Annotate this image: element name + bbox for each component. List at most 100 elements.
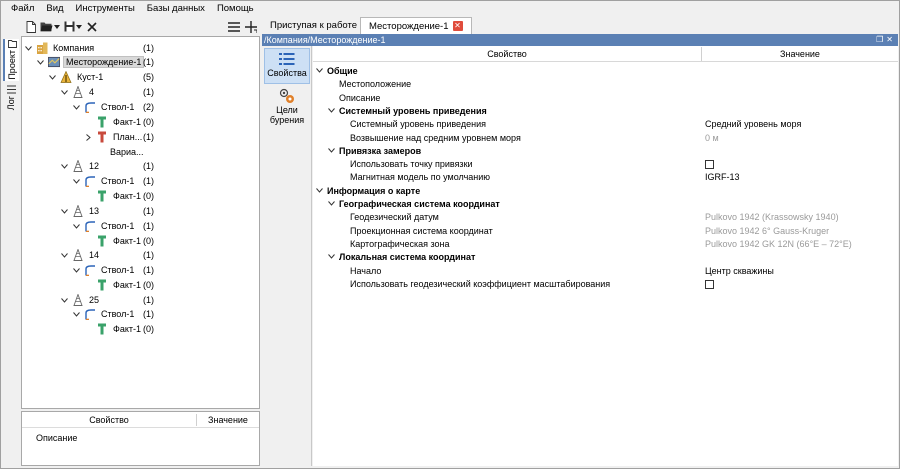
tree-node[interactable]: 12 bbox=[60, 159, 101, 173]
menu-view[interactable]: Вид bbox=[40, 1, 69, 16]
close-tab-icon[interactable]: ✕ bbox=[452, 21, 463, 31]
property-value[interactable]: 0 м bbox=[705, 133, 719, 143]
delete-button[interactable] bbox=[85, 19, 99, 35]
property-row[interactable]: Местоположение bbox=[313, 78, 898, 91]
property-value[interactable]: Pulkovo 1942 6° Gauss-Kruger bbox=[705, 226, 829, 236]
menu-help[interactable]: Помощь bbox=[211, 1, 260, 16]
property-checkbox[interactable] bbox=[705, 159, 714, 171]
chevron-down-icon[interactable] bbox=[328, 252, 335, 261]
dropdown-arrow-icon bbox=[76, 24, 82, 29]
chevron-down-icon[interactable] bbox=[328, 106, 335, 115]
property-row[interactable]: Описание bbox=[313, 92, 898, 105]
close-pane-icon[interactable]: ✕ bbox=[886, 35, 896, 44]
tree-node[interactable]: Месторождение-1 bbox=[36, 55, 145, 69]
tree-node[interactable]: Ствол-1 bbox=[72, 100, 136, 114]
chevron-down-icon[interactable] bbox=[316, 66, 323, 75]
property-row[interactable]: Проекционная система координат Pulkovo 19… bbox=[313, 225, 898, 238]
tree-node-label: Факт-1 bbox=[113, 191, 142, 201]
tab-getting-started[interactable]: Приступая к работе bbox=[262, 17, 365, 34]
tree-node[interactable]: 13 bbox=[60, 204, 101, 218]
list-view-button[interactable] bbox=[226, 19, 242, 35]
tree-node[interactable]: Факт-1 bbox=[84, 278, 143, 292]
column-header-value[interactable]: Значение bbox=[197, 415, 259, 425]
property-row[interactable]: Системный уровень приведения Средний уров… bbox=[313, 118, 898, 131]
property-name: Системный уровень приведения bbox=[339, 105, 487, 116]
property-category[interactable]: Локальная система координат bbox=[313, 251, 898, 264]
chevron-down-icon[interactable] bbox=[72, 266, 81, 275]
column-header-property[interactable]: Свойство bbox=[22, 415, 196, 425]
tree-node[interactable]: Вариа... bbox=[96, 145, 146, 159]
property-row[interactable]: Магнитная модель по умолчанию IGRF-13 bbox=[313, 171, 898, 184]
tree-node-count: (0) bbox=[143, 324, 154, 334]
tree-node-label: Факт-1 bbox=[113, 236, 142, 246]
chevron-down-icon[interactable] bbox=[48, 73, 57, 82]
property-category[interactable]: Географическая система координат bbox=[313, 198, 898, 211]
property-category[interactable]: Общие bbox=[313, 65, 898, 78]
tab-field-1[interactable]: Месторождение-1 ✕ bbox=[360, 17, 472, 34]
property-value[interactable]: Средний уровень моря bbox=[705, 119, 801, 129]
chevron-down-icon[interactable] bbox=[72, 177, 81, 186]
property-row[interactable]: Использовать геодезический коэффициент м… bbox=[313, 278, 898, 291]
column-header-property[interactable]: Свойство bbox=[313, 49, 701, 59]
tree-node[interactable]: Ствол-1 bbox=[72, 307, 136, 321]
chevron-down-icon[interactable] bbox=[60, 251, 69, 260]
tab-project-label: Проект bbox=[7, 50, 17, 80]
chevron-down-icon[interactable] bbox=[72, 310, 81, 319]
property-row[interactable]: Возвышение над средним уровнем моря 0 м bbox=[313, 132, 898, 145]
properties-view-button[interactable]: Свойства bbox=[264, 48, 310, 84]
chevron-down-icon[interactable] bbox=[60, 88, 69, 97]
menu-tools[interactable]: Инструменты bbox=[70, 1, 141, 16]
open-folder-button[interactable] bbox=[39, 19, 61, 35]
tree-node[interactable]: Ствол-1 bbox=[72, 174, 136, 188]
tree-node[interactable]: Факт-1 bbox=[84, 322, 143, 336]
property-value[interactable]: IGRF-13 bbox=[705, 172, 740, 182]
chevron-down-icon[interactable] bbox=[24, 44, 33, 53]
chevron-down-icon[interactable] bbox=[60, 296, 69, 305]
tree-node[interactable]: Компания bbox=[24, 41, 96, 55]
menu-databases[interactable]: Базы данных bbox=[141, 1, 211, 16]
column-header-value[interactable]: Значение bbox=[702, 49, 898, 59]
chevron-down-icon[interactable] bbox=[328, 199, 335, 208]
tree-node[interactable]: Ствол-1 bbox=[72, 263, 136, 277]
tree-node[interactable]: Факт-1 bbox=[84, 115, 143, 129]
chevron-down-icon[interactable] bbox=[316, 186, 323, 195]
tab-project[interactable]: Проект bbox=[3, 39, 19, 81]
tab-log-label: Лог bbox=[6, 96, 16, 111]
tab-log[interactable]: Лог bbox=[3, 85, 19, 121]
restore-icon[interactable]: ❐ bbox=[876, 35, 886, 44]
add-button[interactable] bbox=[243, 19, 259, 35]
chevron-down-icon[interactable] bbox=[328, 146, 335, 155]
new-document-button[interactable] bbox=[24, 19, 38, 35]
property-row[interactable]: Начало Центр скважины bbox=[313, 265, 898, 278]
tree-node-count: (0) bbox=[143, 191, 154, 201]
property-row[interactable]: Геодезический датум Pulkovo 1942 (Krassow… bbox=[313, 211, 898, 224]
tree-node[interactable]: Факт-1 bbox=[84, 189, 143, 203]
chevron-right-icon[interactable] bbox=[84, 133, 93, 142]
tree-node[interactable]: 4 bbox=[60, 85, 96, 99]
property-category[interactable]: Информация о карте bbox=[313, 185, 898, 198]
chevron-down-icon[interactable] bbox=[60, 162, 69, 171]
save-button[interactable] bbox=[62, 19, 84, 35]
chevron-down-icon[interactable] bbox=[72, 222, 81, 231]
chevron-down-icon[interactable] bbox=[72, 103, 81, 112]
folder-icon bbox=[40, 22, 53, 32]
tree-node-count: (1) bbox=[143, 295, 154, 305]
property-row[interactable]: Картографическая зона Pulkovo 1942 GK 12N… bbox=[313, 238, 898, 251]
tree-node[interactable]: 14 bbox=[60, 248, 101, 262]
tree-node[interactable]: Куст-1 bbox=[48, 70, 105, 84]
chevron-down-icon[interactable] bbox=[60, 207, 69, 216]
property-value[interactable]: Pulkovo 1942 GK 12N (66°E – 72°E) bbox=[705, 239, 852, 249]
tree-node[interactable]: План... bbox=[84, 130, 144, 144]
drilling-targets-button[interactable]: Цели бурения bbox=[264, 86, 310, 130]
property-value[interactable]: Центр скважины bbox=[705, 266, 774, 276]
menu-file[interactable]: Файл bbox=[5, 1, 40, 16]
chevron-down-icon[interactable] bbox=[36, 58, 45, 67]
tree-node[interactable]: 25 bbox=[60, 293, 101, 307]
tree-node[interactable]: Ствол-1 bbox=[72, 219, 136, 233]
property-row[interactable]: Использовать точку привязки bbox=[313, 158, 898, 171]
tree-node[interactable]: Факт-1 bbox=[84, 234, 143, 248]
property-value[interactable]: Pulkovo 1942 (Krassowsky 1940) bbox=[705, 212, 839, 222]
property-checkbox[interactable] bbox=[705, 279, 714, 291]
property-category[interactable]: Системный уровень приведения bbox=[313, 105, 898, 118]
property-category[interactable]: Привязка замеров bbox=[313, 145, 898, 158]
